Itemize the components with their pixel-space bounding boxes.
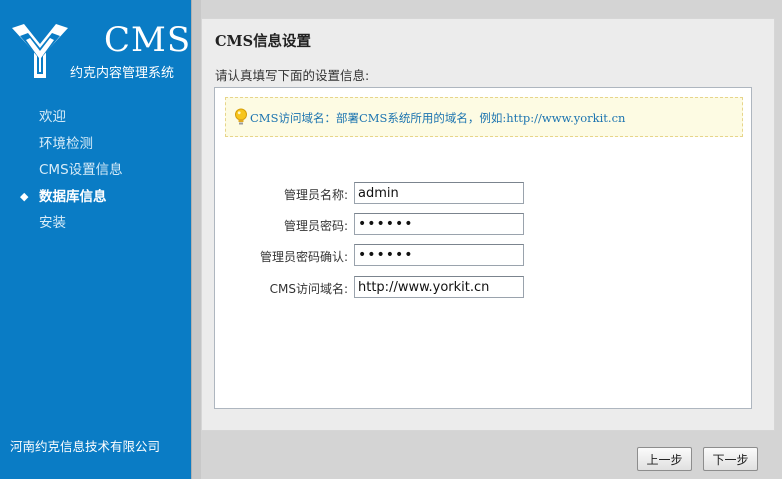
nav-item-cms-settings[interactable]: CMS设置信息 [0, 159, 191, 186]
lightbulb-icon [235, 108, 247, 125]
nav-item-label: 欢迎 [39, 109, 66, 125]
previous-step-button[interactable]: 上一步 [637, 447, 692, 471]
form-row-admin-name: 管理员名称: [215, 182, 753, 206]
nav-item-label: 数据库信息 [39, 188, 107, 205]
admin-password-input[interactable] [354, 213, 524, 235]
instruction-text: 请认真填写下面的设置信息: [215, 68, 370, 83]
admin-name-label: 管理员名称: [283, 188, 348, 202]
company-name: 河南约克信息技术有限公司 [10, 439, 161, 454]
admin-name-input[interactable] [354, 182, 524, 204]
tip-text: CMS访问域名：部署CMS系统所用的域名，例如:http://www.yorki… [250, 111, 626, 125]
install-steps-nav: 欢迎 环境检测 CMS设置信息 ◆ 数据库信息 安装 [0, 106, 191, 239]
nav-item-database-info[interactable]: ◆ 数据库信息 [0, 186, 191, 213]
cms-domain-label: CMS访问域名: [269, 282, 348, 296]
admin-password-confirm-input[interactable] [354, 244, 524, 266]
nav-item-label: 安装 [39, 215, 66, 231]
logo-subtitle: 约克内容管理系统 [70, 66, 175, 81]
nav-item-environment-check[interactable]: 环境检测 [0, 133, 191, 160]
page-title: CMS信息设置 [215, 33, 312, 50]
nav-item-label: CMS设置信息 [39, 162, 123, 178]
logo-title: CMS [104, 20, 192, 60]
nav-item-install[interactable]: 安装 [0, 212, 191, 239]
admin-password-confirm-label: 管理员密码确认: [259, 250, 348, 264]
tip-box: CMS访问域名：部署CMS系统所用的域名，例如:http://www.yorki… [225, 97, 743, 137]
admin-password-label: 管理员密码: [283, 219, 348, 233]
logo: CMS 约克内容管理系统 [10, 20, 190, 85]
form-row-cms-domain: CMS访问域名: [215, 276, 753, 300]
active-step-marker-icon: ◆ [20, 189, 29, 203]
nav-item-welcome[interactable]: 欢迎 [0, 106, 191, 133]
sidebar-divider [191, 0, 201, 479]
cms-domain-input[interactable] [354, 276, 524, 298]
settings-panel: CMS访问域名：部署CMS系统所用的域名，例如:http://www.yorki… [214, 87, 752, 409]
next-step-button[interactable]: 下一步 [703, 447, 758, 471]
nav-item-label: 环境检测 [39, 135, 93, 152]
logo-y-icon [12, 24, 68, 78]
main-content: CMS信息设置 请认真填写下面的设置信息: CMS访问域名：部署CMS系统所用的… [201, 18, 775, 431]
form-row-admin-password-confirm: 管理员密码确认: [215, 244, 753, 268]
sidebar: CMS 约克内容管理系统 欢迎 环境检测 CMS设置信息 ◆ 数据库信息 安装 河… [0, 0, 191, 479]
form-row-admin-password: 管理员密码: [215, 213, 753, 237]
